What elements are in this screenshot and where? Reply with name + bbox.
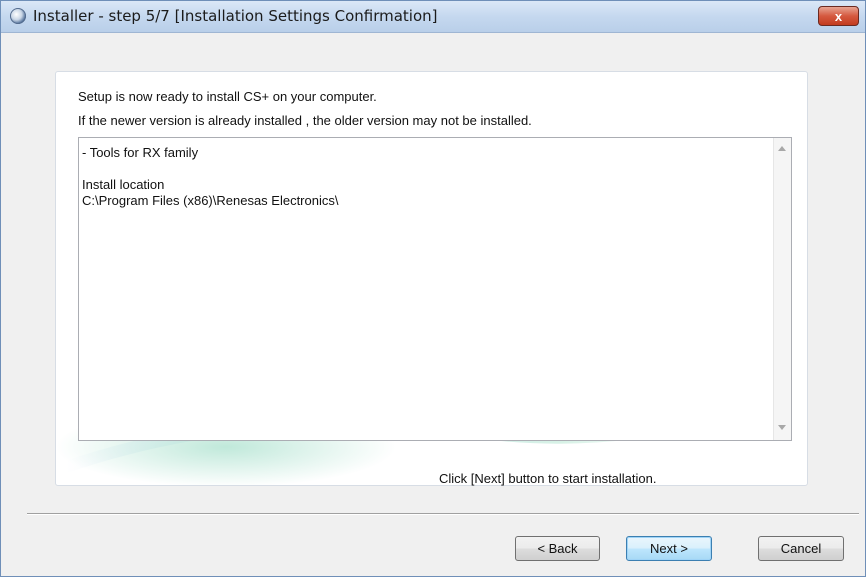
installer-globe-icon (10, 8, 26, 24)
cancel-button[interactable]: Cancel (758, 536, 844, 561)
separator-line (27, 513, 859, 515)
summary-line (82, 161, 338, 177)
summary-line: C:\Program Files (x86)\Renesas Electroni… (82, 193, 339, 208)
next-hint-text: Click [Next] button to start installatio… (439, 471, 657, 486)
version-warning-message: If the newer version is already installe… (78, 113, 532, 128)
ready-message: Setup is now ready to install CS+ on you… (78, 89, 377, 104)
summary-line: - Tools for RX family (82, 145, 199, 160)
close-button[interactable]: x (818, 6, 859, 26)
content-panel: Setup is now ready to install CS+ on you… (55, 71, 808, 486)
title-bar[interactable]: Installer - step 5/7 [Installation Setti… (1, 1, 865, 33)
settings-summary-textbox[interactable]: - Tools for RX family Install location C… (78, 137, 792, 441)
settings-summary-text: - Tools for RX family Install location C… (82, 145, 338, 209)
arrow-up-icon[interactable] (778, 146, 786, 151)
next-button[interactable]: Next > (626, 536, 712, 561)
back-button[interactable]: < Back (515, 536, 600, 561)
close-icon: x (834, 8, 843, 24)
arrow-down-icon[interactable] (778, 425, 786, 430)
dialog-body: Setup is now ready to install CS+ on you… (9, 33, 859, 569)
summary-line: Install location (82, 177, 165, 192)
vertical-scrollbar[interactable] (773, 138, 791, 440)
window-title: Installer - step 5/7 [Installation Setti… (33, 7, 438, 25)
installer-window: Installer - step 5/7 [Installation Setti… (0, 0, 866, 577)
